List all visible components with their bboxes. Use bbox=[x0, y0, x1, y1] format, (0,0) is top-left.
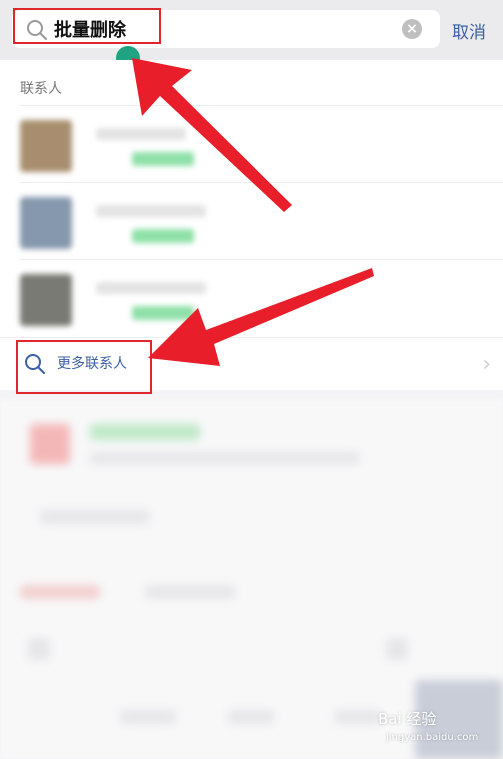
contact-tag-blurred bbox=[132, 229, 194, 243]
contact-name-blurred bbox=[96, 205, 206, 217]
watermark-brand: Bai 经验 bbox=[378, 710, 437, 728]
avatar bbox=[20, 197, 72, 249]
blurred-icon bbox=[28, 638, 50, 660]
blurred-text bbox=[335, 710, 381, 724]
blurred-text bbox=[145, 585, 235, 599]
blurred-icon bbox=[386, 638, 408, 660]
blurred-text bbox=[90, 452, 360, 464]
section-title: 联系人 bbox=[20, 81, 62, 97]
watermark-url: jingyan.baidu.com bbox=[386, 732, 479, 743]
blurred-text bbox=[120, 710, 176, 724]
contact-name-blurred bbox=[96, 282, 206, 294]
avatar bbox=[20, 274, 72, 326]
blurred-text bbox=[228, 710, 274, 724]
search-highlight-box bbox=[13, 8, 161, 44]
contact-tag-blurred bbox=[132, 152, 194, 166]
clear-icon[interactable]: × bbox=[402, 19, 422, 39]
avatar bbox=[20, 120, 72, 172]
chevron-right-icon: › bbox=[482, 352, 491, 377]
blurred-text bbox=[20, 585, 100, 599]
contact-row[interactable] bbox=[20, 105, 503, 182]
cancel-button[interactable]: 取消 bbox=[452, 18, 486, 43]
blurred-text bbox=[40, 510, 150, 524]
blurred-background bbox=[0, 400, 503, 759]
contact-tag-blurred bbox=[132, 306, 194, 320]
blurred-avatar bbox=[30, 424, 70, 464]
more-contacts-highlight-box bbox=[16, 340, 152, 394]
blurred-text bbox=[90, 424, 200, 440]
contact-row[interactable] bbox=[20, 182, 503, 259]
contact-name-blurred bbox=[96, 128, 186, 140]
contact-row[interactable] bbox=[20, 259, 503, 336]
